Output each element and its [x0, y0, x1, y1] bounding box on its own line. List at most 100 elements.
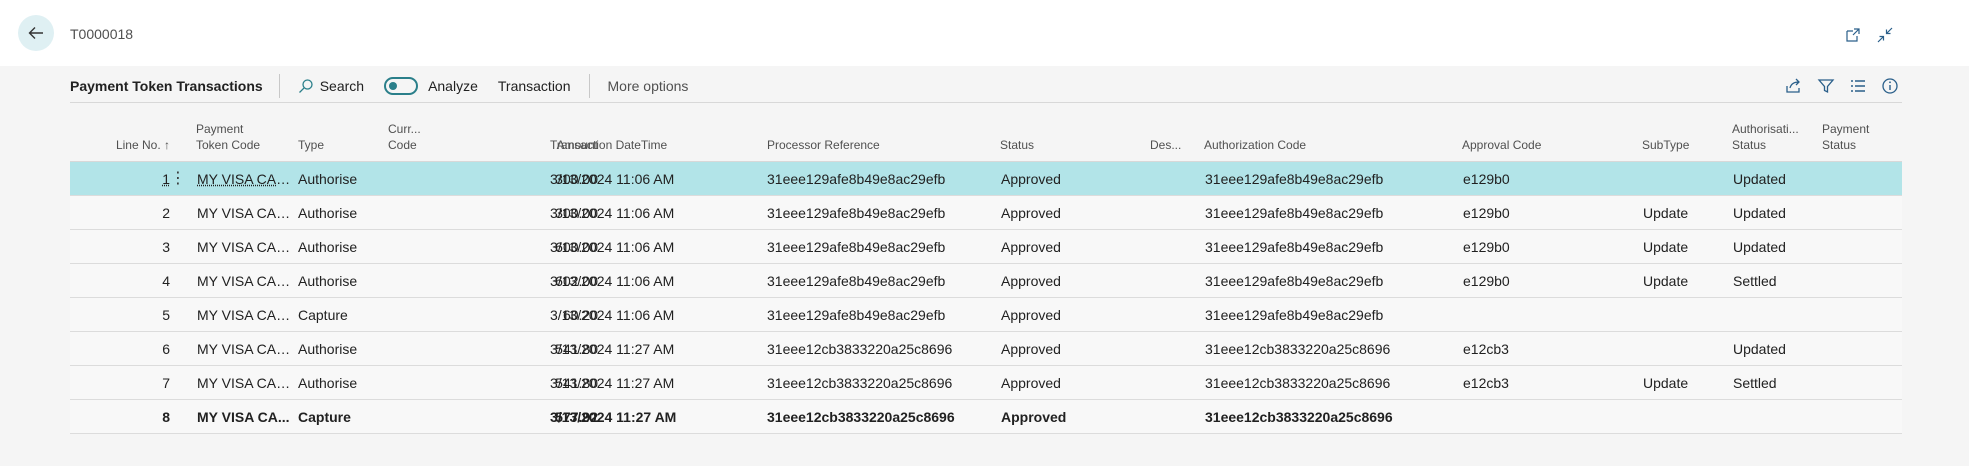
processor-reference-cell: 31eee12cb3833220a25c8696	[767, 375, 953, 391]
payment-token-code-cell[interactable]: MY VISA CARD	[197, 341, 292, 357]
column-header-status[interactable]: Status	[1000, 137, 1034, 153]
type-cell: Authorise	[298, 341, 358, 357]
column-header-type[interactable]: Type	[298, 137, 324, 153]
info-icon	[1882, 78, 1898, 94]
open-new-window-button[interactable]	[1842, 24, 1864, 46]
type-cell: Capture	[298, 409, 351, 425]
column-header-description[interactable]: Des...	[1150, 137, 1181, 153]
transactions-table: Line No. ↑ Payment Token Code Type Curr..…	[70, 102, 1902, 434]
divider	[278, 74, 280, 98]
page-title: T0000018	[70, 26, 134, 42]
transaction-datetime-cell: 3/13/2024 11:27 AM	[550, 341, 675, 357]
table-row[interactable]: 6 MY VISA CARD Authorise 541.80 3/13/2024 11…	[70, 332, 1902, 366]
authorisation-status-cell: Settled	[1733, 273, 1777, 289]
payment-token-code-cell[interactable]: MY VISA CARD	[197, 171, 292, 187]
authorisation-status-cell: Settled	[1733, 375, 1777, 391]
column-header-transaction-datetime[interactable]: Transaction DateTime	[550, 137, 667, 153]
share-button[interactable]	[1782, 74, 1806, 98]
approval-code-cell: e129b0	[1463, 239, 1510, 255]
payment-token-code-cell[interactable]: MY VISA CARD	[197, 205, 292, 221]
processor-reference-cell: 31eee12cb3833220a25c8696	[767, 341, 953, 357]
line-no-cell[interactable]: 6	[162, 341, 170, 357]
line-no-cell[interactable]: 1	[162, 171, 170, 187]
line-no-cell[interactable]: 7	[162, 375, 170, 391]
processor-reference-cell: 31eee129afe8b49e8ac29efb	[767, 205, 946, 221]
payment-token-code-cell[interactable]: MY VISA CARD	[197, 375, 292, 391]
approval-code-cell: e12cb3	[1463, 375, 1509, 391]
line-no-cell[interactable]: 2	[162, 205, 170, 221]
type-cell: Authorise	[298, 171, 358, 187]
filter-button[interactable]	[1814, 74, 1838, 98]
back-arrow-icon	[28, 27, 43, 39]
authorization-code-cell: 31eee129afe8b49e8ac29efb	[1205, 205, 1384, 221]
info-button[interactable]	[1878, 74, 1902, 98]
column-header-payment-token-code[interactable]: Payment Token Code	[196, 121, 260, 153]
transaction-label: Transaction	[497, 78, 571, 94]
authorization-code-cell: 31eee129afe8b49e8ac29efb	[1205, 273, 1384, 289]
table-body: 1 MY VISA CARD Authorise 300.00 3/13/2024 11…	[70, 162, 1902, 434]
type-cell: Authorise	[298, 205, 358, 221]
more-options-label: More options	[607, 78, 689, 94]
approval-code-cell: e129b0	[1463, 273, 1510, 289]
authorization-code-cell: 31eee129afe8b49e8ac29efb	[1205, 307, 1384, 323]
authorization-code-cell: 31eee129afe8b49e8ac29efb	[1205, 239, 1384, 255]
subtype-cell: Update	[1643, 205, 1689, 221]
back-button[interactable]	[18, 15, 54, 51]
column-header-authorization-code[interactable]: Authorization Code	[1204, 137, 1306, 153]
line-no-cell[interactable]: 8	[162, 409, 170, 425]
status-cell: Approved	[1001, 239, 1061, 255]
column-header-approval-code[interactable]: Approval Code	[1462, 137, 1541, 153]
transaction-datetime-cell: 3/13/2024 11:06 AM	[550, 307, 675, 323]
line-no-cell[interactable]: 4	[162, 273, 170, 289]
authorisation-status-cell: Updated	[1733, 205, 1786, 221]
type-cell: Authorise	[298, 273, 358, 289]
payment-token-code-cell[interactable]: MY VISA CARD	[197, 307, 292, 323]
authorization-code-cell: 31eee129afe8b49e8ac29efb	[1205, 171, 1384, 187]
analyze-toggle[interactable]: Analyze	[374, 70, 488, 102]
approval-code-cell: e129b0	[1463, 171, 1510, 187]
payment-token-code-cell[interactable]: MY VISA CARD	[197, 239, 292, 255]
column-header-line-no[interactable]: Line No. ↑	[116, 137, 170, 153]
column-header-processor-reference[interactable]: Processor Reference	[767, 137, 880, 153]
search-button[interactable]: Search	[288, 70, 374, 102]
transaction-menu[interactable]: Transaction	[488, 70, 581, 102]
column-header-payment-status[interactable]: Payment Status	[1822, 121, 1869, 153]
table-row[interactable]: 7 MY VISA CARD Authorise 541.80 3/13/2024 11…	[70, 366, 1902, 400]
table-row[interactable]: 1 MY VISA CARD Authorise 300.00 3/13/2024 11…	[70, 162, 1902, 196]
table-row[interactable]: 8 MY VISA CA... Capture 577.92 3/13/2024 11:…	[70, 400, 1902, 434]
table-row[interactable]: 2 MY VISA CARD Authorise 300.00 3/13/2024 11…	[70, 196, 1902, 230]
search-icon	[298, 79, 313, 93]
column-header-authorisation-status[interactable]: Authorisati... Status	[1732, 121, 1799, 153]
payment-token-code-cell[interactable]: MY VISA CARD	[197, 273, 292, 289]
line-no-cell[interactable]: 5	[162, 307, 170, 323]
authorization-code-cell: 31eee12cb3833220a25c8696	[1205, 375, 1391, 391]
table-row[interactable]: 3 MY VISA CARD Authorise 600.00 3/13/2024 11…	[70, 230, 1902, 264]
table-row[interactable]: 4 MY VISA CARD Authorise 602.00 3/13/2024 11…	[70, 264, 1902, 298]
more-options-button[interactable]: More options	[598, 70, 699, 102]
transaction-datetime-cell: 3/13/2024 11:06 AM	[550, 205, 675, 221]
list-view-button[interactable]	[1846, 74, 1870, 98]
status-cell: Approved	[1001, 375, 1061, 391]
payment-token-code-cell[interactable]: MY VISA CA...	[197, 409, 292, 425]
list-tools	[1782, 74, 1902, 98]
authorization-code-cell: 31eee12cb3833220a25c8696	[1205, 409, 1393, 425]
line-no-cell[interactable]: 3	[162, 239, 170, 255]
column-header-currency-code[interactable]: Curr... Code	[388, 121, 421, 153]
toggle-switch[interactable]	[384, 77, 419, 95]
transaction-datetime-cell: 3/13/2024 11:27 AM	[550, 375, 675, 391]
transaction-datetime-cell: 3/13/2024 11:06 AM	[550, 239, 675, 255]
action-bar: Payment Token Transactions Search Analyz…	[70, 70, 1902, 102]
analyze-label: Analyze	[428, 78, 478, 94]
status-cell: Approved	[1001, 273, 1061, 289]
processor-reference-cell: 31eee129afe8b49e8ac29efb	[767, 239, 946, 255]
column-header-subtype[interactable]: SubType	[1642, 137, 1689, 153]
authorisation-status-cell: Updated	[1733, 239, 1786, 255]
table-header: Line No. ↑ Payment Token Code Type Curr..…	[70, 103, 1902, 162]
approval-code-cell: e12cb3	[1463, 341, 1509, 357]
table-row[interactable]: 5 MY VISA CARD Capture 60.20 3/13/2024 11:06…	[70, 298, 1902, 332]
collapse-button[interactable]	[1874, 24, 1896, 46]
authorisation-status-cell: Updated	[1733, 171, 1786, 187]
approval-code-cell: e129b0	[1463, 205, 1510, 221]
row-actions-menu[interactable]: ⋮	[170, 168, 186, 188]
authorisation-status-cell: Updated	[1733, 341, 1786, 357]
